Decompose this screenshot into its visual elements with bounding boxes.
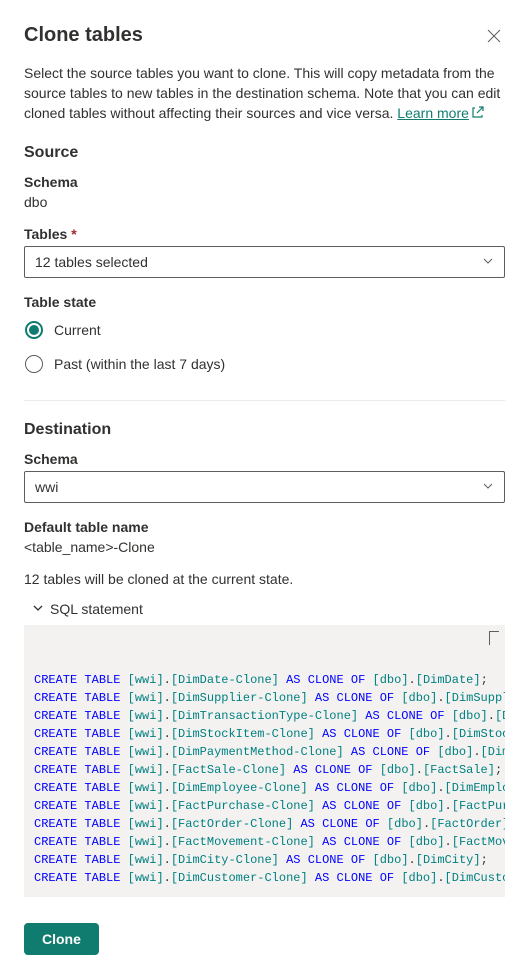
sql-line: CREATE TABLE [wwi].[DimEmployee-Clone] A… — [34, 779, 495, 797]
learn-more-link[interactable]: Learn more — [397, 105, 469, 121]
source-heading: Source — [24, 144, 505, 162]
radio-current-label: Current — [54, 322, 101, 338]
destination-heading: Destination — [24, 421, 505, 439]
clone-status-text: 12 tables will be cloned at the current … — [24, 571, 505, 587]
copy-icon[interactable] — [489, 631, 499, 645]
radio-on-icon — [24, 320, 44, 340]
tables-dropdown-value: 12 tables selected — [35, 254, 148, 270]
source-schema-value: dbo — [24, 194, 505, 210]
default-table-name-label: Default table name — [24, 519, 505, 535]
radio-past[interactable]: Past (within the last 7 days) — [24, 348, 505, 380]
dialog-title: Clone tables — [24, 24, 143, 47]
sql-line: CREATE TABLE [wwi].[DimSupplier-Clone] A… — [34, 689, 495, 707]
sql-line: CREATE TABLE [wwi].[FactSale-Clone] AS C… — [34, 761, 495, 779]
chevron-down-icon — [482, 479, 494, 495]
sql-line: CREATE TABLE [wwi].[DimStockItem-Clone] … — [34, 725, 495, 743]
sql-line: CREATE TABLE [wwi].[DimPaymentMethod-Clo… — [34, 743, 495, 761]
sql-line: CREATE TABLE [wwi].[DimCity-Clone] AS CL… — [34, 851, 495, 869]
open-external-icon — [471, 104, 485, 124]
dest-schema-label: Schema — [24, 451, 505, 467]
sql-line: CREATE TABLE [wwi].[FactOrder-Clone] AS … — [34, 815, 495, 833]
divider — [24, 400, 505, 401]
chevron-down-icon — [32, 601, 44, 617]
radio-past-label: Past (within the last 7 days) — [54, 356, 225, 372]
dest-schema-dropdown[interactable]: wwi — [24, 471, 505, 503]
radio-current[interactable]: Current — [24, 314, 505, 346]
default-table-name-value: <table_name>-Clone — [24, 539, 505, 555]
tables-label: Tables * — [24, 226, 505, 242]
table-state-label: Table state — [24, 294, 505, 310]
chevron-down-icon — [482, 254, 494, 270]
dest-schema-value: wwi — [35, 479, 58, 495]
dialog-description: Select the source tables you want to clo… — [24, 63, 505, 124]
sql-line: CREATE TABLE [wwi].[FactMovement-Clone] … — [34, 833, 495, 851]
sql-line: CREATE TABLE [wwi].[DimCustomer-Clone] A… — [34, 869, 495, 887]
close-icon[interactable] — [483, 25, 505, 47]
sql-line: CREATE TABLE [wwi].[FactPurchase-Clone] … — [34, 797, 495, 815]
tables-dropdown[interactable]: 12 tables selected — [24, 246, 505, 278]
radio-off-icon — [24, 354, 44, 374]
sql-line: CREATE TABLE [wwi].[DimTransactionType-C… — [34, 707, 495, 725]
clone-button[interactable]: Clone — [24, 923, 99, 955]
sql-expander-label: SQL statement — [50, 601, 143, 617]
sql-line: CREATE TABLE [wwi].[DimDate-Clone] AS CL… — [34, 671, 495, 689]
sql-code-block: CREATE TABLE [wwi].[DimDate-Clone] AS CL… — [24, 625, 505, 897]
source-schema-label: Schema — [24, 174, 505, 190]
sql-statement-expander[interactable]: SQL statement — [32, 601, 505, 617]
